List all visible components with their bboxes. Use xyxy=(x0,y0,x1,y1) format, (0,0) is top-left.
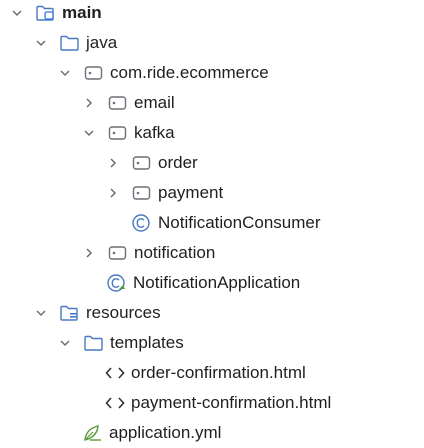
tree-node-label: application.yml xyxy=(109,423,222,442)
tree-node-label: NotificationApplication xyxy=(133,273,301,292)
package-icon xyxy=(83,63,105,83)
tree-node-label: email xyxy=(134,93,175,112)
tree-node-notification[interactable]: notification xyxy=(0,238,424,268)
tree-node-resources[interactable]: resources xyxy=(0,298,424,328)
chevron-right-icon[interactable] xyxy=(82,246,96,260)
tree-node-templates[interactable]: templates xyxy=(0,328,424,358)
package-icon xyxy=(107,243,129,263)
tree-node-java[interactable]: java xyxy=(0,28,424,58)
tree-node-label: order xyxy=(158,153,198,172)
tree-node-kafka[interactable]: kafka xyxy=(0,118,424,148)
package-icon xyxy=(131,153,153,173)
tree-node-notification-consumer[interactable]: NotificationConsumer xyxy=(0,208,424,238)
chevron-down-icon[interactable] xyxy=(34,36,48,50)
tree-node-label: notification xyxy=(134,243,216,262)
source-root-folder-icon xyxy=(35,3,57,23)
tree-node-label: NotificationConsumer xyxy=(158,213,321,232)
tree-node-label: java xyxy=(86,33,118,52)
tree-node-package-root[interactable]: com.ride.ecommerce xyxy=(0,58,424,88)
chevron-down-icon[interactable] xyxy=(58,336,72,350)
package-icon xyxy=(107,93,129,113)
spring-boot-class-icon xyxy=(106,273,128,293)
tree-node-label: order-confirmation.html xyxy=(131,363,306,382)
tree-node-email[interactable]: email xyxy=(0,88,424,118)
tree-node-payment[interactable]: payment xyxy=(0,178,424,208)
tree-node-label: payment-confirmation.html xyxy=(131,393,332,412)
chevron-right-icon[interactable] xyxy=(106,186,120,200)
folder-icon xyxy=(83,333,105,353)
chevron-down-icon[interactable] xyxy=(34,306,48,320)
html-file-icon xyxy=(104,363,126,383)
resources-folder-icon xyxy=(59,303,81,323)
tree-node-order[interactable]: order xyxy=(0,148,424,178)
package-icon xyxy=(107,123,129,143)
tree-node-payment-confirmation-html[interactable]: payment-confirmation.html xyxy=(0,388,424,418)
java-class-icon xyxy=(131,213,153,233)
folder-icon xyxy=(59,33,81,53)
tree-node-label: kafka xyxy=(134,123,175,142)
tree-node-order-confirmation-html[interactable]: order-confirmation.html xyxy=(0,358,424,388)
chevron-down-icon[interactable] xyxy=(82,126,96,140)
html-file-icon xyxy=(104,393,126,413)
tree-node-application-yml[interactable]: application.yml xyxy=(0,418,424,448)
tree-node-notification-application[interactable]: NotificationApplication xyxy=(0,268,424,298)
yaml-config-icon xyxy=(82,423,104,443)
tree-node-label: payment xyxy=(158,183,224,202)
tree-node-label: main xyxy=(62,3,102,22)
tree-node-label: templates xyxy=(110,333,184,352)
package-icon xyxy=(131,183,153,203)
tree-node-label: com.ride.ecommerce xyxy=(110,63,269,82)
chevron-right-icon[interactable] xyxy=(82,96,96,110)
tree-node-label: resources xyxy=(86,303,161,322)
chevron-down-icon[interactable] xyxy=(10,6,24,20)
project-tree: main java com.ride.ecommerce email kafka… xyxy=(0,0,424,447)
tree-node-main[interactable]: main xyxy=(0,0,424,28)
chevron-right-icon[interactable] xyxy=(106,156,120,170)
chevron-down-icon[interactable] xyxy=(58,66,72,80)
